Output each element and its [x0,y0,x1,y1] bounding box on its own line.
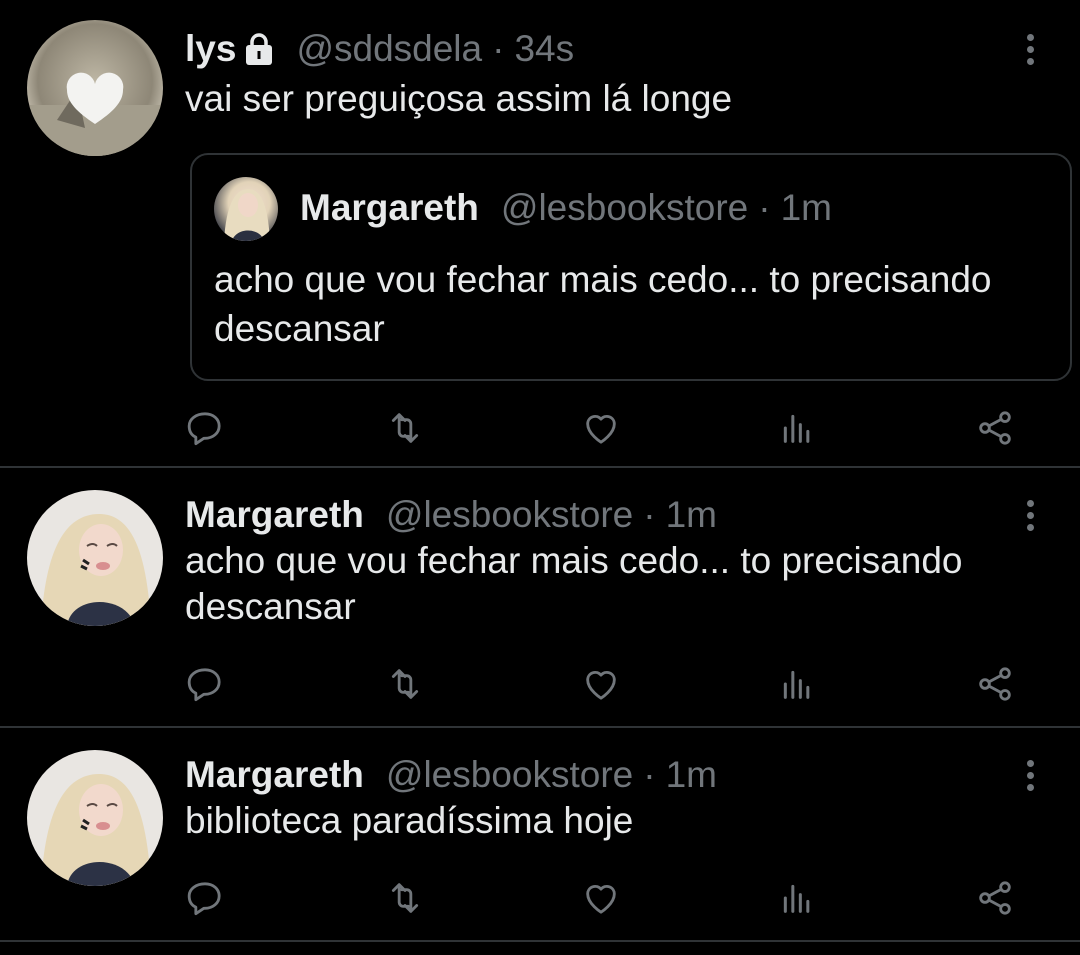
quoted-handle: @lesbookstore [500,187,749,228]
analytics-icon[interactable] [777,878,817,918]
display-name[interactable]: Margareth [185,494,364,536]
tweet-actions [185,878,1035,918]
tweet-header: Margareth @lesbookstore · 1m [185,494,717,536]
more-vertical-icon[interactable] [1025,760,1035,794]
quoted-tweet[interactable]: Margareth @lesbookstore · 1m acho que vo… [190,153,1072,381]
retweet-icon[interactable] [385,408,425,448]
separator: · [643,494,656,535]
quoted-display-name: Margareth [300,187,479,228]
share-icon[interactable] [975,878,1015,918]
more-vertical-icon[interactable] [1025,34,1035,68]
lock-icon [244,32,274,66]
tweet-actions [185,408,1035,448]
display-name[interactable]: lys [185,28,236,70]
heart-icon[interactable] [581,878,621,918]
share-icon[interactable] [975,408,1015,448]
avatar-margareth[interactable] [27,750,163,886]
separator: · [643,754,656,795]
username-handle[interactable]: @lesbookstore [386,494,633,536]
separator: · [758,187,771,228]
separator: · [492,28,505,69]
timestamp[interactable]: 1m [666,494,717,536]
quoted-avatar[interactable] [214,177,278,241]
analytics-icon[interactable] [777,408,817,448]
display-name[interactable]: Margareth [185,754,364,796]
tweet-text: vai ser preguiçosa assim lá longe [185,78,733,119]
reply-icon[interactable] [185,664,225,704]
reply-icon[interactable] [185,408,225,448]
tweet-header: Margareth @lesbookstore · 1m [185,754,717,796]
tweet-margareth-2[interactable]: Margareth @lesbookstore · 1m biblioteca … [0,728,1080,940]
reply-icon[interactable] [185,878,225,918]
timestamp[interactable]: 1m [666,754,717,796]
heart-icon[interactable] [581,408,621,448]
more-vertical-icon[interactable] [1025,500,1035,534]
tweet-text: acho que vou fechar mais cedo... to prec… [185,540,963,627]
tweet-lys[interactable]: lys @sddsdela · 34s vai ser preguiçosa a… [0,0,1080,466]
quoted-text: acho que vou fechar mais cedo... to prec… [214,259,992,349]
retweet-icon[interactable] [385,664,425,704]
share-icon[interactable] [975,664,1015,704]
tweet-actions [185,664,1035,704]
tweet-header: lys @sddsdela · 34s [185,28,574,70]
tweet-margareth-1[interactable]: Margareth @lesbookstore · 1m acho que vo… [0,468,1080,726]
timestamp[interactable]: 34s [514,28,574,70]
tweet-text: biblioteca paradíssima hoje [185,800,634,841]
username-handle[interactable]: @lesbookstore [386,754,633,796]
quoted-header: Margareth @lesbookstore · 1m [300,187,832,229]
avatar-margareth[interactable] [27,490,163,626]
divider [0,940,1080,942]
heart-icon[interactable] [581,664,621,704]
analytics-icon[interactable] [777,664,817,704]
username-handle[interactable]: @sddsdela [296,28,482,70]
retweet-icon[interactable] [385,878,425,918]
avatar-lys[interactable] [27,20,163,156]
quoted-timestamp: 1m [780,187,832,228]
